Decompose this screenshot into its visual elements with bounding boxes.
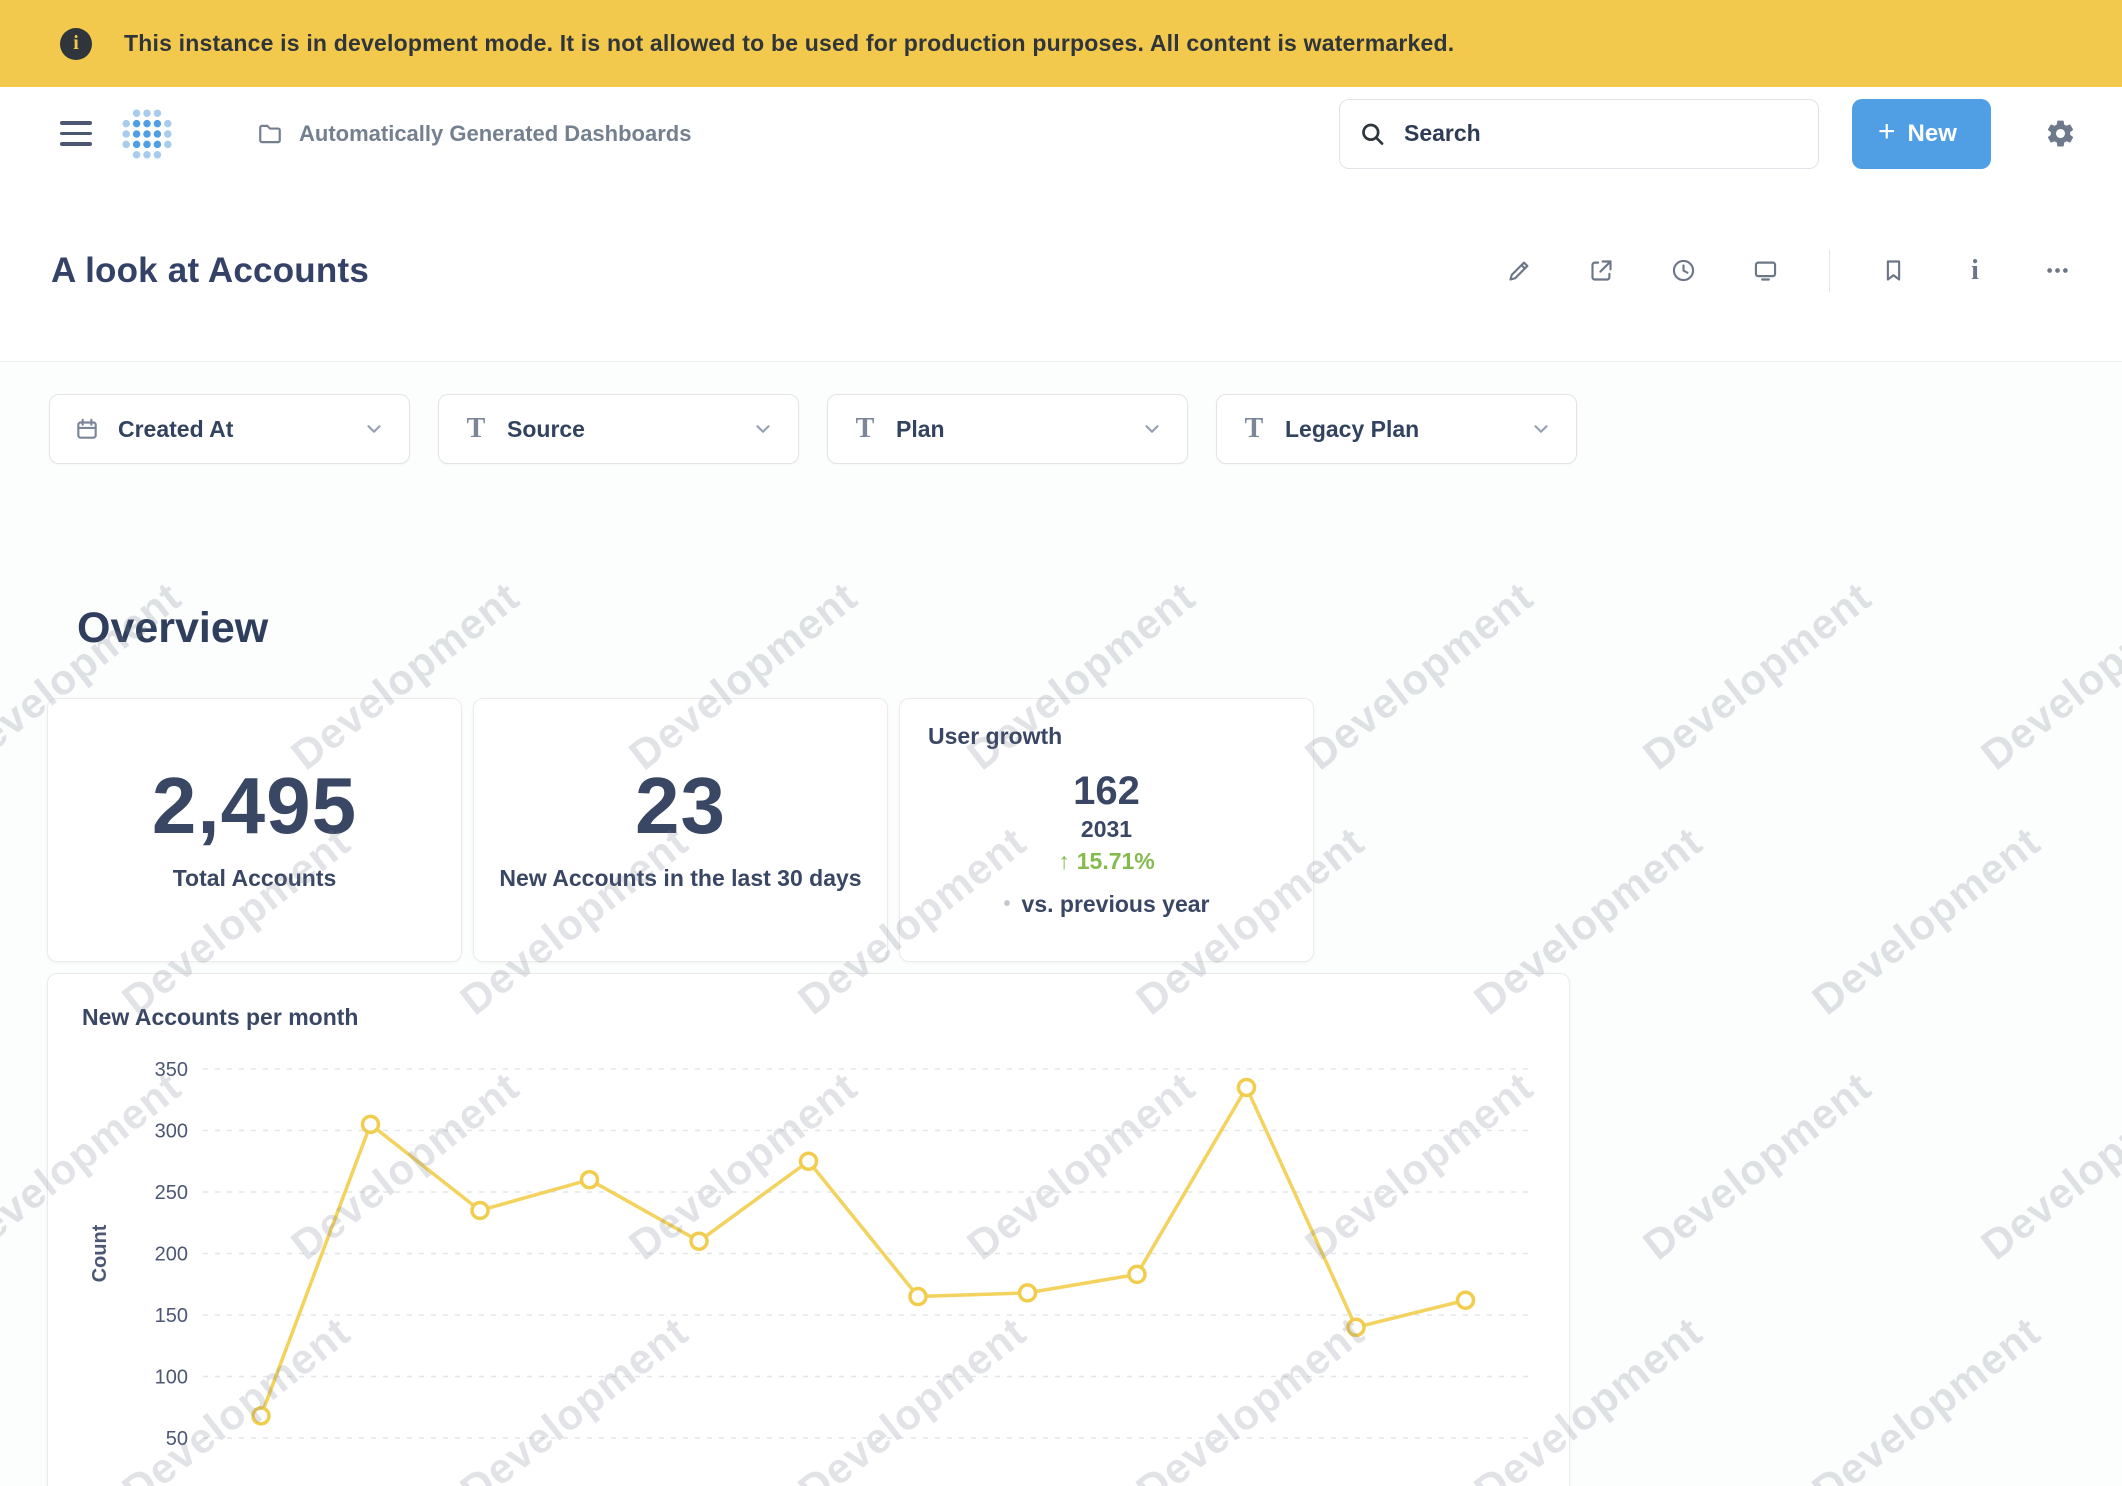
user-growth-value: 162: [1073, 769, 1140, 813]
svg-text:350: 350: [155, 1059, 188, 1081]
svg-text:150: 150: [155, 1305, 188, 1327]
svg-text:200: 200: [155, 1244, 188, 1266]
filter-created-at[interactable]: Created At: [49, 394, 410, 464]
svg-text:250: 250: [155, 1182, 188, 1204]
chevron-down-icon: [1530, 418, 1552, 440]
chart-title: New Accounts per month: [82, 1002, 1569, 1032]
section-title: Overview: [77, 603, 2122, 653]
breadcrumb-label: Automatically Generated Dashboards: [299, 121, 691, 147]
new-button[interactable]: + New: [1852, 99, 1991, 169]
bullet-icon: •: [1004, 893, 1011, 916]
dev-mode-banner: i This instance is in development mode. …: [0, 0, 2122, 87]
fullscreen-icon[interactable]: [1747, 252, 1785, 290]
calendar-icon: [74, 416, 100, 442]
menu-icon[interactable]: [60, 121, 92, 146]
svg-text:300: 300: [155, 1121, 188, 1143]
divider: [1829, 250, 1831, 292]
user-growth-title: User growth: [928, 723, 1285, 750]
top-navbar: Automatically Generated Dashboards + New: [0, 87, 2122, 180]
info-icon: i: [60, 28, 92, 60]
up-arrow-icon: ↑: [1058, 848, 1070, 875]
user-growth-pct: 15.71%: [1077, 848, 1155, 875]
comparison-label: vs. previous year: [1022, 891, 1210, 918]
svg-text:50: 50: [166, 1428, 188, 1450]
gear-icon[interactable]: [2045, 118, 2076, 149]
new-accounts-label: New Accounts in the last 30 days: [499, 862, 861, 894]
filter-bar: Created At T Source T Plan T Legacy Plan: [0, 362, 2122, 464]
clock-icon[interactable]: [1665, 252, 1703, 290]
string-filter-icon: T: [1241, 415, 1267, 443]
bookmark-icon[interactable]: [1874, 252, 1912, 290]
share-icon[interactable]: [1583, 252, 1621, 290]
chevron-down-icon: [363, 418, 385, 440]
chevron-down-icon: [1141, 418, 1163, 440]
search-input[interactable]: [1339, 99, 1819, 169]
svg-text:100: 100: [155, 1367, 188, 1389]
user-growth-body: 162 2031 ↑ 15.71% • vs. previous year: [928, 750, 1285, 937]
new-accounts-value: 23: [635, 766, 726, 846]
page-title: A look at Accounts: [51, 251, 369, 291]
user-growth-comparison: • vs. previous year: [1004, 891, 1210, 918]
line-chart[interactable]: 350 300 250 200 150 100 50 Count: [48, 1036, 1568, 1486]
filter-source[interactable]: T Source: [438, 394, 799, 464]
edit-pencil-icon[interactable]: [1501, 252, 1539, 290]
banner-text: This instance is in development mode. It…: [124, 30, 1454, 57]
total-accounts-card[interactable]: 2,495 Total Accounts: [47, 698, 462, 962]
filter-legacy-plan[interactable]: T Legacy Plan: [1216, 394, 1577, 464]
string-filter-icon: T: [852, 415, 878, 443]
svg-text:Count: Count: [89, 1224, 111, 1282]
chevron-down-icon: [752, 418, 774, 440]
dashboard-body: Created At T Source T Plan T Legacy Plan: [0, 361, 2122, 1486]
total-accounts-label: Total Accounts: [173, 862, 337, 894]
logo-dots-icon: [121, 108, 173, 160]
gear-glyph: [2045, 118, 2076, 149]
new-button-label: New: [1908, 120, 1957, 148]
total-accounts-value: 2,495: [152, 766, 357, 846]
dashboard-actions: i: [1501, 250, 2077, 292]
ellipsis-icon[interactable]: [2038, 252, 2076, 290]
metabase-logo[interactable]: [119, 106, 175, 162]
user-growth-delta: ↑ 15.71%: [1058, 848, 1155, 875]
user-growth-year: 2031: [1081, 816, 1132, 843]
filter-label: Created At: [118, 416, 233, 443]
new-accounts-card[interactable]: 23 New Accounts in the last 30 days: [473, 698, 888, 962]
info-action-icon[interactable]: i: [1956, 252, 1994, 290]
folder-icon: [257, 121, 283, 147]
search-box[interactable]: [1339, 99, 1819, 169]
string-filter-icon: T: [463, 415, 489, 443]
filter-plan[interactable]: T Plan: [827, 394, 1188, 464]
cards-row: 2,495 Total Accounts 23 New Accounts in …: [47, 698, 2122, 962]
new-accounts-per-month-card[interactable]: New Accounts per month 350 300 250 200 150 10…: [47, 973, 1570, 1486]
filter-label: Legacy Plan: [1285, 416, 1419, 443]
user-growth-card[interactable]: User growth 162 2031 ↑ 15.71% • vs. prev…: [899, 698, 1314, 962]
dashboard-header: A look at Accounts i: [0, 180, 2122, 361]
filter-label: Plan: [896, 416, 945, 443]
breadcrumb[interactable]: Automatically Generated Dashboards: [257, 121, 691, 147]
filter-label: Source: [507, 416, 585, 443]
plus-icon: +: [1878, 117, 1896, 147]
